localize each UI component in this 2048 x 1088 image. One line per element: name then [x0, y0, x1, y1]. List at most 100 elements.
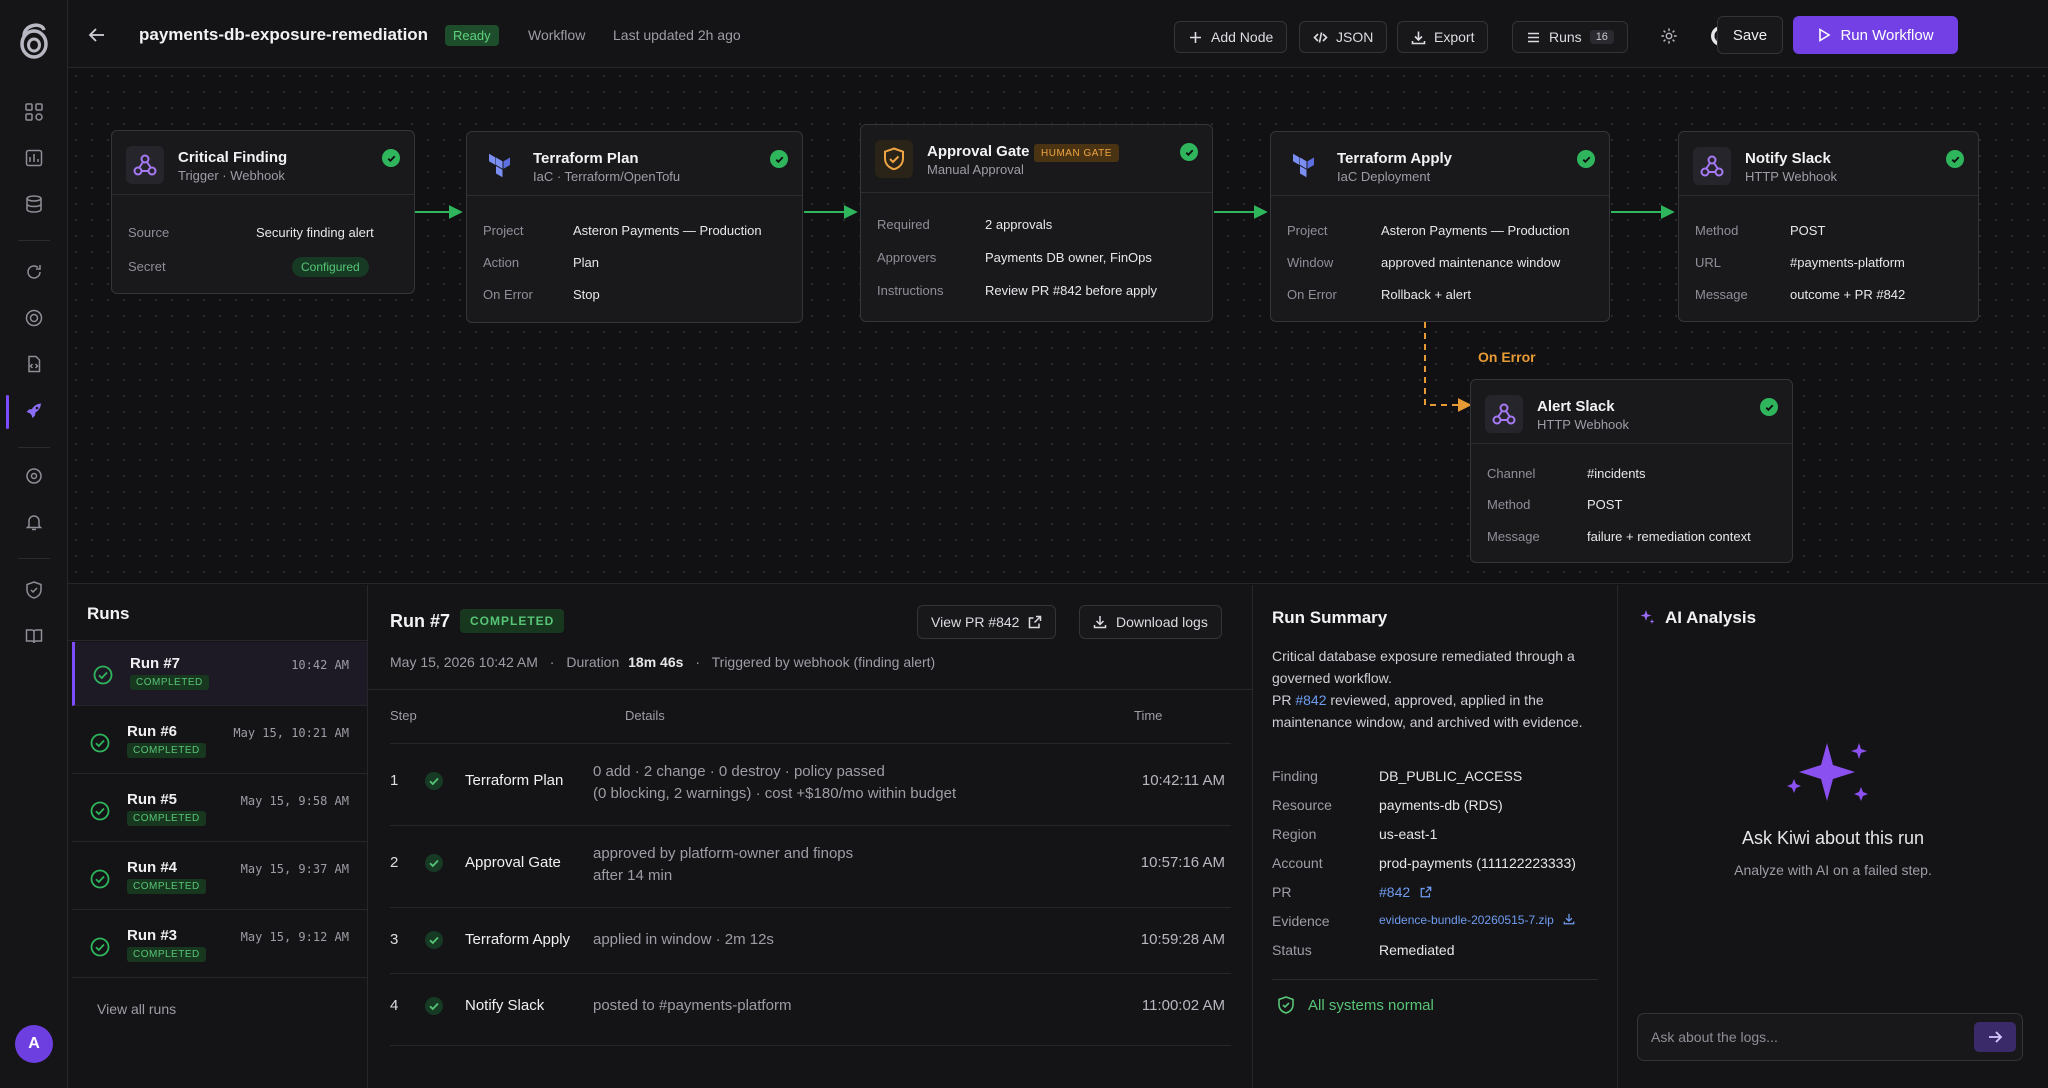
summary-title: Run Summary [1272, 608, 1388, 627]
export-button[interactable]: Export [1397, 21, 1489, 53]
workflow-type-label: Workflow [528, 27, 586, 43]
check-icon [770, 150, 788, 168]
check-circle-icon [90, 733, 110, 753]
shield-icon[interactable] [20, 576, 48, 604]
run-list-item[interactable]: Run #4 COMPLETED May 15, 9:37 AM [72, 846, 367, 910]
json-button[interactable]: JSON [1299, 21, 1388, 53]
check-icon [1577, 150, 1595, 168]
top-header: payments-db-exposure-remediation Ready W… [68, 0, 2048, 68]
bell-icon[interactable] [20, 508, 48, 536]
user-avatar[interactable]: A [15, 1025, 53, 1063]
summary-key: Region [1272, 826, 1317, 842]
run-list-item[interactable]: Run #5 COMPLETED May 15, 9:58 AM [72, 778, 367, 842]
run-list-item[interactable]: Run #6 COMPLETED May 15, 10:21 AM [72, 710, 367, 774]
pr-link[interactable]: #842 [1295, 692, 1326, 708]
run-status-badge: COMPLETED [127, 743, 206, 758]
node-title: Terraform Plan [533, 150, 639, 167]
run-name: Run #4 [127, 859, 178, 876]
ai-title: AI Analysis [1665, 608, 1757, 627]
summary-value[interactable]: #842 [1379, 884, 1432, 900]
summary-key: Account [1272, 855, 1323, 871]
summary-value: DB_PUBLIC_ACCESS [1379, 768, 1523, 784]
node-approval-gate[interactable]: Approval Gate HUMAN GATE Manual Approval… [860, 124, 1213, 322]
step-row[interactable]: 1 Terraform Plan 0 add · 2 change · 0 dest… [390, 743, 1231, 825]
save-button[interactable]: Save [1717, 16, 1783, 54]
runs-title: Runs [87, 604, 130, 623]
webhook-icon [1485, 395, 1523, 433]
node-subtitle: Manual Approval [927, 162, 1024, 177]
arrow-right-icon [1989, 1031, 2003, 1043]
ai-chat-input[interactable] [1638, 1014, 1968, 1060]
view-pr-button[interactable]: View PR #842 [917, 605, 1057, 639]
summary-key: Resource [1272, 797, 1332, 813]
node-title: Approval Gate [927, 143, 1030, 160]
step-details-secondary: (0 blocking, 2 warnings) · cost +$180/mo… [593, 785, 957, 802]
node-critical-finding[interactable]: Critical Finding Trigger · Webhook Sourc… [111, 130, 415, 294]
summary-key: PR [1272, 884, 1292, 900]
run-list-item[interactable]: Run #3 COMPLETED May 15, 9:12 AM [72, 914, 367, 978]
add-node-button[interactable]: Add Node [1174, 21, 1288, 53]
step-row[interactable]: 3 Terraform Apply applied in window · 2m 1… [390, 907, 1231, 973]
node-title: Terraform Apply [1337, 150, 1453, 167]
step-name: Terraform Plan [465, 772, 564, 789]
integrations-icon[interactable] [20, 98, 48, 126]
dashboard-icon[interactable] [20, 144, 48, 172]
summary-value[interactable]: evidence-bundle-20260515-7.zip [1379, 913, 1575, 927]
check-icon [1946, 150, 1964, 168]
run-summary-panel: Run Summary Critical database exposure r… [1253, 585, 1618, 1088]
step-row[interactable]: 4 Notify Slack posted to #payments-platfor… [390, 973, 1231, 1045]
all-systems-normal: All systems normal [1276, 995, 1434, 1015]
run-time: May 15, 10:21 AM [233, 726, 349, 740]
download-logs-button[interactable]: Download logs [1079, 605, 1222, 639]
step-row[interactable]: 2 Approval Gate approved by platform-owner… [390, 825, 1231, 907]
node-title: Notify Slack [1745, 150, 1831, 167]
human-gate-badge: HUMAN GATE [1034, 144, 1119, 162]
status-badge: Ready [445, 25, 499, 46]
radar-icon[interactable] [20, 304, 48, 332]
node-alert-slack[interactable]: Alert Slack HTTP Webhook Channel #inciden… [1470, 379, 1793, 563]
check-circle-icon [425, 931, 443, 949]
workflow-canvas[interactable]: Critical Finding Trigger · Webhook Sourc… [68, 68, 2048, 584]
app-logo[interactable] [16, 18, 52, 62]
database-icon[interactable] [20, 190, 48, 218]
check-circle-icon [90, 801, 110, 821]
check-circle-icon [425, 772, 443, 790]
rocket-icon[interactable] [20, 397, 48, 425]
book-icon[interactable] [20, 622, 48, 650]
run-status-badge: COMPLETED [127, 811, 206, 826]
shield-check-icon [1278, 996, 1294, 1014]
terraform-icon [481, 147, 519, 185]
column-header-step: Step [390, 708, 417, 723]
settings-cog-icon[interactable] [20, 462, 48, 490]
summary-value: payments-db (RDS) [1379, 797, 1503, 813]
node-terraform-plan[interactable]: Terraform Plan IaC · Terraform/OpenTofu … [466, 131, 803, 323]
check-circle-icon [90, 937, 110, 957]
run-detail-panel: Run #7 COMPLETED View PR #842 Download l… [368, 585, 1253, 1088]
summary-key: Finding [1272, 768, 1318, 784]
send-button[interactable] [1974, 1022, 2016, 1052]
run-workflow-button[interactable]: Run Workflow [1793, 16, 1958, 54]
run-time: May 15, 9:37 AM [240, 862, 349, 876]
configured-badge: Configured [292, 257, 369, 277]
play-icon [1819, 28, 1831, 42]
node-terraform-apply[interactable]: Terraform Apply IaC Deployment Project As… [1270, 131, 1610, 322]
check-circle-icon [93, 665, 113, 685]
external-link-icon [1420, 886, 1432, 898]
summary-value: prod-payments (111122223333) [1379, 855, 1576, 871]
view-all-runs-link[interactable]: View all runs [97, 1001, 176, 1017]
runs-button[interactable]: Runs 16 [1512, 21, 1628, 53]
gear-icon[interactable] [1660, 27, 1678, 45]
back-arrow-icon[interactable] [86, 24, 108, 46]
webhook-icon [1693, 147, 1731, 185]
step-details: 0 add · 2 change · 0 destroy · policy pa… [593, 763, 885, 780]
external-link-icon [1029, 615, 1042, 629]
run-status-badge: COMPLETED [127, 879, 206, 894]
run-list-item[interactable]: Run #7 COMPLETED 10:42 AM [72, 642, 367, 706]
step-details: posted to #payments-platform [593, 997, 792, 1014]
run-name: Run #6 [127, 723, 178, 740]
refresh-icon[interactable] [20, 258, 48, 286]
run-status-badge: COMPLETED [127, 947, 206, 962]
node-notify-slack[interactable]: Notify Slack HTTP Webhook Method POST URL… [1678, 131, 1979, 322]
code-file-icon[interactable] [20, 350, 48, 378]
status-badge: COMPLETED [460, 609, 565, 633]
